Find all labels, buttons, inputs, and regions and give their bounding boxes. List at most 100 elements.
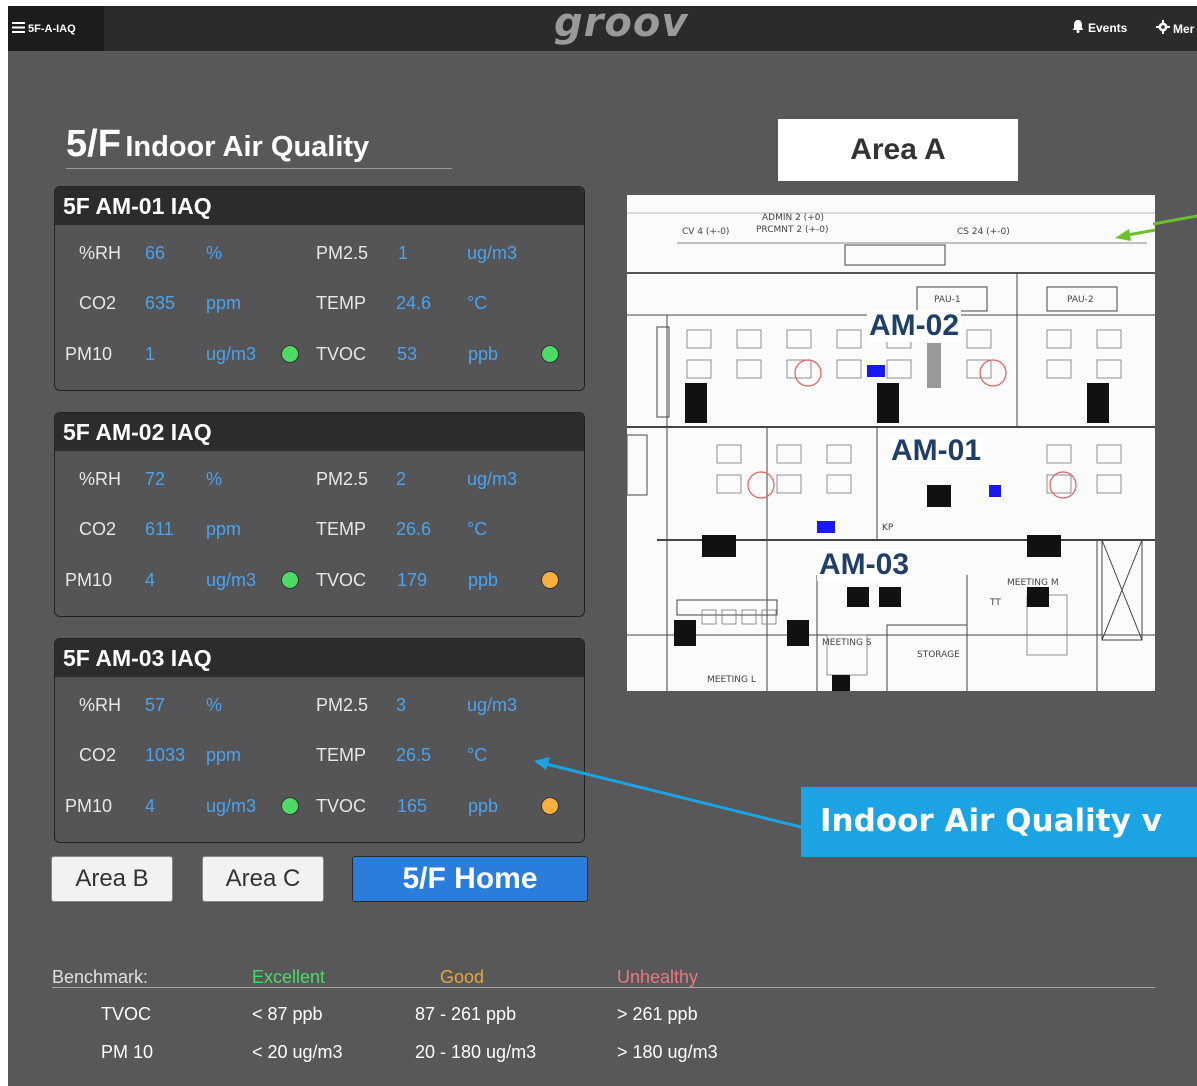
- benchmark-row-name: TVOC: [101, 1004, 152, 1024]
- tvoc-unit: ppb: [468, 570, 499, 590]
- pm10-status-indicator: [281, 345, 299, 363]
- sensor-label-am03: AM-03: [817, 548, 912, 581]
- co2-unit: ppm: [206, 745, 242, 765]
- more-label: Mer: [1173, 21, 1195, 36]
- pm10-value: 4: [145, 570, 156, 590]
- area-b-button[interactable]: Area B: [51, 856, 173, 902]
- co2-value: 611: [145, 519, 174, 539]
- pm25-label: PM2.5: [316, 243, 369, 263]
- co2-unit: ppm: [206, 293, 242, 313]
- benchmark-excellent-label: Excellent: [252, 967, 326, 987]
- sensor-label-am01: AM-01: [889, 434, 984, 467]
- panel-title: 5F AM-03 IAQ: [55, 639, 584, 677]
- menu-label: 5F-A-IAQ: [28, 22, 76, 35]
- room-label: PRCMNT 2 (+-0): [756, 225, 829, 235]
- area-c-button[interactable]: Area C: [202, 856, 324, 902]
- pm25-value: 2: [396, 469, 407, 489]
- temp-unit: °C: [467, 519, 488, 539]
- temp-label: TEMP: [316, 293, 367, 313]
- benchmark-heading: Benchmark:: [52, 967, 149, 987]
- benchmark-row-name: PM 10: [101, 1042, 154, 1062]
- tvoc-status-indicator: [541, 345, 559, 363]
- groov-logo: groov: [554, 6, 689, 46]
- pm10-unit: ug/m3: [206, 344, 257, 364]
- blue-annotation-arrow: [534, 757, 814, 832]
- temp-value: 26.5: [396, 745, 432, 765]
- rh-unit: %: [206, 469, 223, 489]
- temp-unit: °C: [467, 745, 488, 765]
- title-text: Indoor Air Quality: [125, 131, 370, 163]
- sensor-panel-am02: 5F AM-02 IAQ %RH 72 % PM2.5 2 ug/m3 CO2 …: [54, 412, 585, 617]
- co2-value: 635: [145, 293, 176, 313]
- benchmark-cell: < 20 ug/m3: [252, 1042, 343, 1062]
- benchmark-unhealthy-label: Unhealthy: [617, 967, 699, 987]
- pm25-label: PM2.5: [316, 695, 369, 715]
- room-label: CS 24 (+-0): [957, 227, 1010, 237]
- rh-label: %RH: [79, 243, 122, 263]
- temp-label: TEMP: [316, 519, 367, 539]
- rh-value: 57: [145, 695, 166, 715]
- tvoc-status-indicator: [541, 571, 559, 589]
- room-label: MEETING L: [707, 675, 756, 685]
- pm10-unit: ug/m3: [206, 796, 257, 816]
- benchmark-cell: 87 - 261 ppb: [415, 1004, 517, 1024]
- temp-value: 24.6: [396, 293, 432, 313]
- benchmark-good-label: Good: [440, 967, 485, 987]
- events-label: Events: [1088, 21, 1128, 35]
- temp-value: 26.6: [396, 519, 432, 539]
- panel-title: 5F AM-01 IAQ: [55, 187, 584, 225]
- bell-icon: [1072, 20, 1084, 36]
- pm10-value: 4: [145, 796, 156, 816]
- pm25-unit: ug/m3: [467, 469, 518, 489]
- room-label: MEETING M: [1007, 578, 1059, 588]
- panel-title: 5F AM-02 IAQ: [55, 413, 584, 451]
- benchmark-cell: > 180 ug/m3: [617, 1042, 718, 1062]
- pm10-value: 1: [145, 344, 156, 364]
- pm10-label: PM10: [65, 796, 113, 816]
- benchmark-cell: < 87 ppb: [252, 1004, 323, 1024]
- benchmark-cell: > 261 ppb: [617, 1004, 698, 1024]
- floor-plan-image: ADMIN 2 (+0) PRCMNT 2 (+-0) CV 4 (+-0) C…: [627, 195, 1155, 691]
- floor-home-button[interactable]: 5/F Home: [352, 856, 588, 902]
- groov-screen: 5F-A-IAQ groov Events Mer 5/F Indoor Air…: [8, 6, 1197, 1086]
- temp-unit: °C: [467, 293, 488, 313]
- rh-unit: %: [206, 695, 223, 715]
- rh-label: %RH: [79, 695, 122, 715]
- tvoc-value: 165: [397, 796, 428, 816]
- menu-button[interactable]: 5F-A-IAQ: [8, 6, 104, 51]
- pm25-value: 3: [396, 695, 407, 715]
- more-menu-button[interactable]: Mer: [1156, 20, 1194, 37]
- gear-icon: [1156, 20, 1170, 37]
- pm10-status-indicator: [281, 797, 299, 815]
- sensor-panel-am03: 5F AM-03 IAQ %RH 57 % PM2.5 3 ug/m3 CO2 …: [54, 638, 585, 843]
- page-title: 5/F Indoor Air Quality: [66, 123, 452, 169]
- co2-label: CO2: [79, 745, 117, 765]
- green-arrow-tail: [1153, 214, 1197, 226]
- pm10-label: PM10: [65, 344, 113, 364]
- temp-label: TEMP: [316, 745, 367, 765]
- rh-value: 72: [145, 469, 166, 489]
- rh-label: %RH: [79, 469, 122, 489]
- sensor-panel-am01: 5F AM-01 IAQ %RH 66 % PM2.5 1 ug/m3 CO2 …: [54, 186, 585, 391]
- co2-label: CO2: [79, 519, 117, 539]
- co2-value: 1033: [145, 745, 186, 765]
- room-label: CV 4 (+-0): [682, 227, 729, 237]
- room-label: KP: [882, 523, 894, 533]
- benchmark-cell: 20 - 180 ug/m3: [415, 1042, 537, 1062]
- tvoc-value: 53: [397, 344, 418, 364]
- pm25-unit: ug/m3: [467, 695, 518, 715]
- room-label: STORAGE: [917, 650, 960, 660]
- room-label: ADMIN 2 (+0): [762, 213, 824, 223]
- tvoc-label: TVOC: [316, 796, 367, 816]
- rh-value: 66: [145, 243, 166, 263]
- tvoc-unit: ppb: [468, 344, 499, 364]
- room-label: PAU-2: [1067, 295, 1094, 305]
- pm10-status-indicator: [281, 571, 299, 589]
- pm25-value: 1: [398, 243, 409, 263]
- top-bar: 5F-A-IAQ groov Events Mer: [8, 6, 1197, 51]
- annotation-banner: Indoor Air Quality v: [801, 787, 1197, 857]
- events-button[interactable]: Events: [1072, 20, 1127, 36]
- floor-number: 5/F: [66, 123, 121, 165]
- tvoc-value: 179: [397, 570, 428, 590]
- room-label: TT: [989, 598, 1001, 608]
